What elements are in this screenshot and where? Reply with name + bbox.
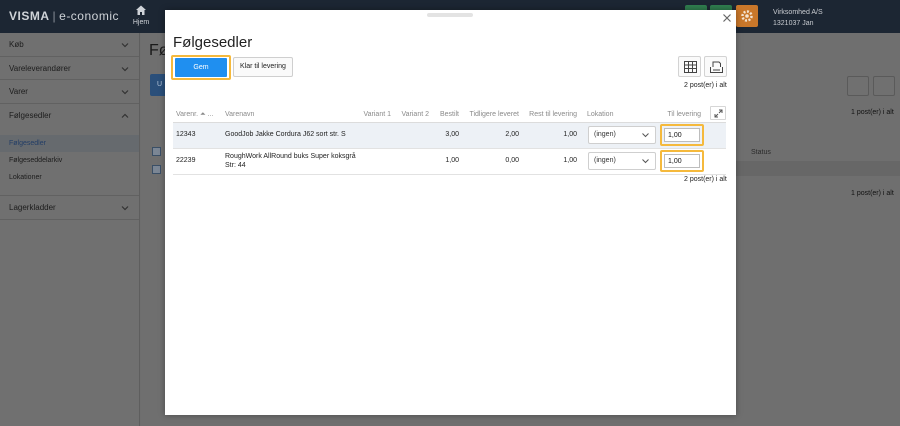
sidebar-item-koeb[interactable]: Køb: [0, 33, 139, 57]
chevron-down-icon: [121, 43, 129, 48]
cell-ordered: 1,00: [445, 157, 459, 164]
col-header-ordered[interactable]: Bestilt: [429, 111, 459, 118]
sidebar-subitem-foelgeseddelarkiv[interactable]: Følgeseddelarkiv: [0, 152, 139, 169]
cell-item-name: GoodJob Jakke Cordura J62 sort str. S: [225, 131, 346, 138]
settings-button[interactable]: [736, 5, 758, 27]
sidebar-item-foelgesedler[interactable]: Følgesedler: [0, 104, 139, 128]
sidebar-subitem-foelgesedler[interactable]: Følgesedler: [0, 135, 139, 152]
table-icon: [684, 61, 697, 73]
background-primary-button: U: [150, 74, 166, 96]
chevron-down-icon: [121, 206, 129, 211]
sidebar-subitem-lokationer[interactable]: Lokationer: [0, 169, 139, 186]
visma-logo: VISMA | e-conomic: [9, 9, 119, 23]
sidebar-item-vareleverandoerer[interactable]: Vareleverandører: [0, 57, 139, 80]
record-count-top: 2 post(er) i alt: [684, 82, 727, 89]
modal-title: Følgesedler: [173, 34, 253, 51]
home-icon: [136, 5, 146, 15]
background-table-view-button: [847, 76, 869, 96]
col-header-item-name[interactable]: Varenavn: [225, 111, 254, 118]
table-view-button[interactable]: [678, 56, 701, 77]
col-header-variant2[interactable]: Variant 2: [391, 111, 430, 118]
cell-item-no: 22239: [176, 157, 196, 164]
sidebar: Køb Vareleverandører Varer Følgesedler F…: [0, 33, 140, 426]
cell-item-no: 12343: [176, 131, 196, 138]
cell-remaining: 1,00: [563, 131, 577, 138]
to-deliver-input[interactable]: [664, 128, 700, 142]
chevron-down-icon: [121, 66, 129, 71]
cell-item-size: Str: 44: [225, 162, 246, 169]
print-button[interactable]: [704, 56, 727, 77]
expand-icon: [714, 109, 723, 118]
col-header-variant1[interactable]: Variant 1: [353, 111, 392, 118]
chevron-down-icon: [642, 159, 649, 164]
to-deliver-highlight: [660, 150, 704, 172]
to-deliver-input[interactable]: [664, 154, 700, 168]
background-print-button: [873, 76, 895, 96]
background-checkbox-2: [152, 165, 161, 174]
home-button[interactable]: Hjem: [128, 4, 154, 26]
chevron-down-icon: [121, 90, 129, 95]
col-header-previously-delivered[interactable]: Tidligere leveret: [461, 111, 519, 118]
record-count-bottom: 2 post(er) i alt: [684, 176, 727, 183]
cell-item-name: RoughWork AllRound buks Super koksgrå: [225, 153, 356, 160]
chevron-down-icon: [642, 133, 649, 138]
background-table-row: [736, 161, 900, 176]
modal-drag-handle[interactable]: [427, 13, 473, 17]
background-count-bottom: 1 post(er) i alt: [851, 190, 894, 197]
print-icon: [710, 61, 723, 73]
location-select[interactable]: (ingen): [588, 126, 656, 144]
table-row[interactable]: 12343 GoodJob Jakke Cordura J62 sort str…: [173, 123, 726, 149]
col-header-to-deliver[interactable]: Til levering: [663, 111, 701, 118]
save-button[interactable]: Gem: [175, 58, 227, 77]
gear-icon: [741, 10, 753, 22]
cell-previously-delivered: 0,00: [505, 157, 519, 164]
col-header-item-no[interactable]: Varenr. ⏶ ...: [176, 111, 213, 119]
cell-previously-delivered: 2,00: [505, 131, 519, 138]
to-deliver-highlight: [660, 124, 704, 146]
sidebar-item-lagerkladder[interactable]: Lagerkladder: [0, 196, 139, 220]
background-checkbox: [152, 147, 161, 156]
chevron-up-icon: [121, 113, 129, 118]
location-select[interactable]: (ingen): [588, 152, 656, 170]
cell-remaining: 1,00: [563, 157, 577, 164]
ready-for-delivery-button[interactable]: Klar til levering: [233, 57, 293, 77]
expand-table-button[interactable]: [710, 106, 726, 120]
company-info[interactable]: Virksomhed A/S 1321037 Jan: [773, 7, 823, 29]
cell-ordered: 3,00: [445, 131, 459, 138]
background-status-header: Status: [751, 149, 771, 156]
col-header-remaining[interactable]: Rest til levering: [519, 111, 577, 118]
close-icon[interactable]: [722, 13, 732, 23]
table-row[interactable]: 22239 RoughWork AllRound buks Super koks…: [173, 149, 726, 175]
col-header-location[interactable]: Lokation: [587, 111, 613, 118]
packing-slips-modal: Følgesedler Gem Klar til levering 2 post…: [165, 10, 736, 415]
sidebar-item-varer[interactable]: Varer: [0, 80, 139, 104]
background-count-top: 1 post(er) i alt: [851, 109, 894, 116]
